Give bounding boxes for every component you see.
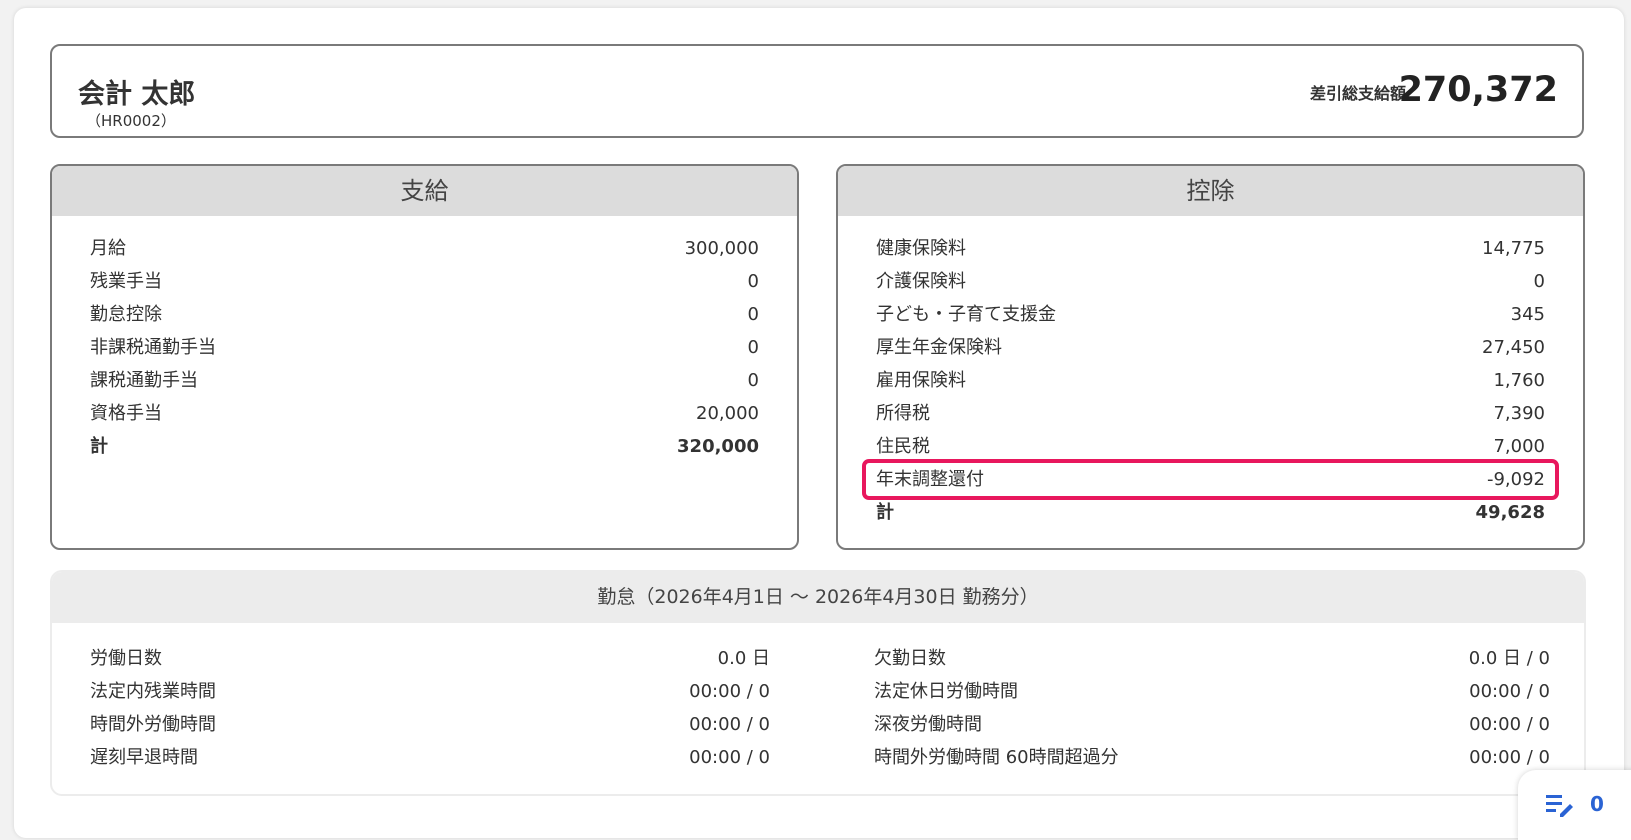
attendance-row: 遅刻早退時間 00:00 / 0 [90,741,770,774]
payment-value: 20,000 [696,403,759,424]
payment-label: 残業手当 [90,271,162,292]
payments-total-value: 320,000 [677,436,759,457]
attendance-label: 深夜労働時間 [874,714,982,735]
attendance-row: 労働日数 0.0 日 [90,642,770,675]
payment-value: 300,000 [684,238,759,259]
deduction-label: 年末調整還付 [876,469,984,490]
attendance-label: 欠勤日数 [874,648,946,669]
employee-code: （HR0002） [86,112,176,130]
attendance-value: 00:00 / 0 [689,747,770,768]
attendance-row: 深夜労働時間 00:00 / 0 [874,708,1550,741]
payments-list: 月給 300,000 残業手当 0 勤怠控除 0 非課税通勤手当 0 課税通勤手当 0 資… [88,232,761,463]
payment-row: 残業手当 0 [88,265,761,298]
employee-name: 会計 太郎 [78,79,196,110]
attendance-label: 労働日数 [90,648,162,669]
attendance-row: 法定内残業時間 00:00 / 0 [90,675,770,708]
net-pay-value: 270,372 [1398,70,1558,110]
deduction-row: 介護保険料 0 [874,265,1547,298]
deductions-total-row: 計 49,628 [874,496,1547,529]
payment-row: 月給 300,000 [88,232,761,265]
deduction-row: 子ども・子育て支援金 345 [874,298,1547,331]
attendance-value: 0.0 日 [717,648,770,669]
attendance-row: 法定休日労働時間 00:00 / 0 [874,675,1550,708]
deduction-value: 7,390 [1493,403,1545,424]
deduction-value: 14,775 [1482,238,1545,259]
attendance-value: 00:00 / 0 [689,681,770,702]
attendance-label: 時間外労働時間 [90,714,216,735]
attendance-value: 00:00 / 0 [1469,681,1550,702]
attendance-row: 時間外労働時間 60時間超過分 00:00 / 0 [874,741,1550,774]
payment-label: 勤怠控除 [90,304,162,325]
attendance-title: 勤怠（2026年4月1日 〜 2026年4月30日 勤務分） [52,572,1584,623]
deduction-row: 住民税 7,000 [874,430,1547,463]
payment-row: 課税通勤手当 0 [88,364,761,397]
payment-value: 0 [747,271,759,292]
deduction-label: 介護保険料 [876,271,966,292]
deduction-value: 345 [1510,304,1545,325]
deduction-row: 健康保険料 14,775 [874,232,1547,265]
notes-count: 0 [1590,792,1604,816]
attendance-label: 法定休日労働時間 [874,681,1018,702]
payments-total-row: 計 320,000 [88,430,761,463]
payments-total-label: 計 [90,436,108,457]
deduction-value: 27,450 [1482,337,1545,358]
edit-list-icon [1546,795,1573,817]
deduction-label: 健康保険料 [876,238,966,259]
payment-row: 勤怠控除 0 [88,298,761,331]
payment-label: 月給 [90,238,126,259]
payment-label: 課税通勤手当 [90,370,198,391]
payment-row: 資格手当 20,000 [88,397,761,430]
attendance-row: 欠勤日数 0.0 日 / 0 [874,642,1550,675]
payment-value: 0 [747,304,759,325]
attendance-card: 勤怠（2026年4月1日 〜 2026年4月30日 勤務分） 労働日数 0.0 日… [50,570,1586,796]
employee-summary: 会計 太郎 （HR0002） 差引総支給額 270,372 [50,44,1584,138]
deduction-value: -9,092 [1486,469,1545,490]
deductions-panel: 控除 健康保険料 14,775 介護保険料 0 子ども・子育て支援金 345 厚生年金… [836,164,1585,550]
attendance-value: 00:00 / 0 [689,714,770,735]
payments-panel: 支給 月給 300,000 残業手当 0 勤怠控除 0 非課税通勤手当 0 課税通勤手当… [50,164,799,550]
attendance-left-column: 労働日数 0.0 日 法定内残業時間 00:00 / 0 時間外労働時間 00:00 … [90,642,770,774]
deduction-label: 雇用保険料 [876,370,966,391]
payment-value: 0 [747,337,759,358]
attendance-row: 時間外労働時間 00:00 / 0 [90,708,770,741]
deductions-list: 健康保険料 14,775 介護保険料 0 子ども・子育て支援金 345 厚生年金保険料… [862,232,1559,529]
attendance-label: 遅刻早退時間 [90,747,198,768]
deduction-value: 7,000 [1493,436,1545,457]
deduction-label: 住民税 [876,436,930,457]
deduction-label: 子ども・子育て支援金 [876,304,1056,325]
attendance-label: 法定内残業時間 [90,681,216,702]
payment-value: 0 [747,370,759,391]
deduction-label: 所得税 [876,403,930,424]
deduction-value: 1,760 [1493,370,1545,391]
net-pay-label: 差引総支給額 [1309,84,1406,103]
deductions-total-label: 計 [876,502,894,523]
deduction-row: 厚生年金保険料 27,450 [874,331,1547,364]
attendance-value: 00:00 / 0 [1469,714,1550,735]
payment-label: 非課税通勤手当 [90,337,216,358]
deduction-row: 雇用保険料 1,760 [874,364,1547,397]
attendance-label: 時間外労働時間 60時間超過分 [874,747,1119,768]
deduction-label: 厚生年金保険料 [876,337,1002,358]
notes-fab-button[interactable]: 0 [1518,770,1631,840]
attendance-right-column: 欠勤日数 0.0 日 / 0 法定休日労働時間 00:00 / 0 深夜労働時間 00… [874,642,1550,774]
payment-label: 資格手当 [90,403,162,424]
year-end-refund-row-highlighted: 年末調整還付 -9,092 [862,459,1559,500]
deductions-title: 控除 [838,166,1583,216]
payment-row: 非課税通勤手当 0 [88,331,761,364]
attendance-value: 0.0 日 / 0 [1468,648,1550,669]
deductions-total-value: 49,628 [1475,502,1545,523]
deduction-row: 所得税 7,390 [874,397,1547,430]
payments-title: 支給 [52,166,797,216]
deduction-value: 0 [1533,271,1545,292]
